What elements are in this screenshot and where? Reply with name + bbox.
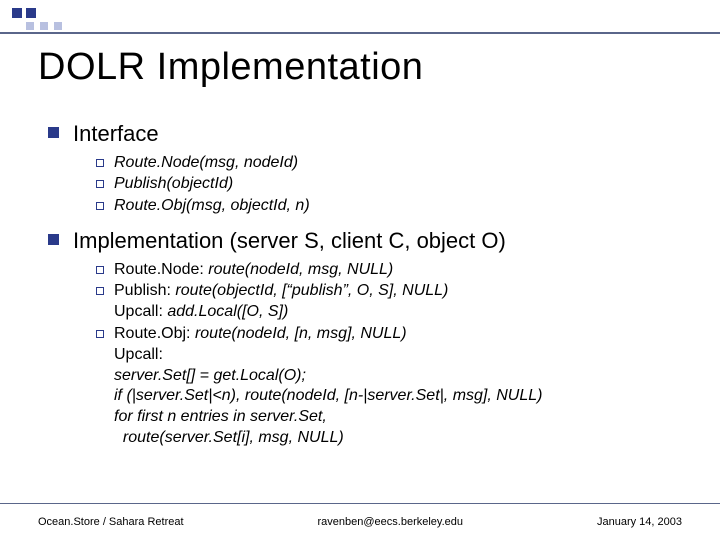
list-item: Route.Node(msg, nodeId) <box>96 153 696 174</box>
list-item-text: Route.Node: route(nodeId, msg, NULL) <box>114 260 393 281</box>
list-item: Publish: route(objectId, [“publish”, O, … <box>96 281 696 323</box>
bullet-hollow-icon <box>96 287 104 295</box>
section-heading-text: Interface <box>73 120 159 149</box>
section-heading: Implementation (server S, client C, obje… <box>48 227 696 256</box>
bullet-hollow-icon <box>96 330 104 338</box>
footer: Ocean.Store / Sahara Retreat ravenben@ee… <box>38 516 682 528</box>
list-item-text: Route.Obj(msg, objectId, n) <box>114 196 310 217</box>
list-item-text: Publish(objectId) <box>114 174 233 195</box>
section-heading: Interface <box>48 120 696 149</box>
top-rule <box>0 32 720 34</box>
corner-deco <box>12 8 36 18</box>
bullet-hollow-icon <box>96 266 104 274</box>
slide-body: Interface Route.Node(msg, nodeId)Publish(… <box>48 112 696 459</box>
list-item-text: Publish: route(objectId, [“publish”, O, … <box>114 281 448 323</box>
list-item-text: Route.Node(msg, nodeId) <box>114 153 298 174</box>
bullet-hollow-icon <box>96 202 104 210</box>
bullet-solid-icon <box>48 234 59 245</box>
list-item-text: Route.Obj: route(nodeId, [n, msg], NULL)… <box>114 324 542 449</box>
list-item: Route.Obj(msg, objectId, n) <box>96 196 696 217</box>
subitems: Route.Node: route(nodeId, msg, NULL)Publ… <box>96 260 696 449</box>
list-item: Route.Node: route(nodeId, msg, NULL) <box>96 260 696 281</box>
corner-deco-2 <box>26 22 62 30</box>
bullet-hollow-icon <box>96 180 104 188</box>
bullet-solid-icon <box>48 127 59 138</box>
footer-right: January 14, 2003 <box>597 516 682 528</box>
bottom-rule <box>0 503 720 505</box>
bullet-hollow-icon <box>96 159 104 167</box>
footer-center: ravenben@eecs.berkeley.edu <box>318 516 464 528</box>
footer-left: Ocean.Store / Sahara Retreat <box>38 516 184 528</box>
list-item: Publish(objectId) <box>96 174 696 195</box>
section-heading-text: Implementation (server S, client C, obje… <box>73 227 506 256</box>
list-item: Route.Obj: route(nodeId, [n, msg], NULL)… <box>96 324 696 449</box>
slide-title: DOLR Implementation <box>38 46 423 89</box>
subitems: Route.Node(msg, nodeId)Publish(objectId)… <box>96 153 696 217</box>
